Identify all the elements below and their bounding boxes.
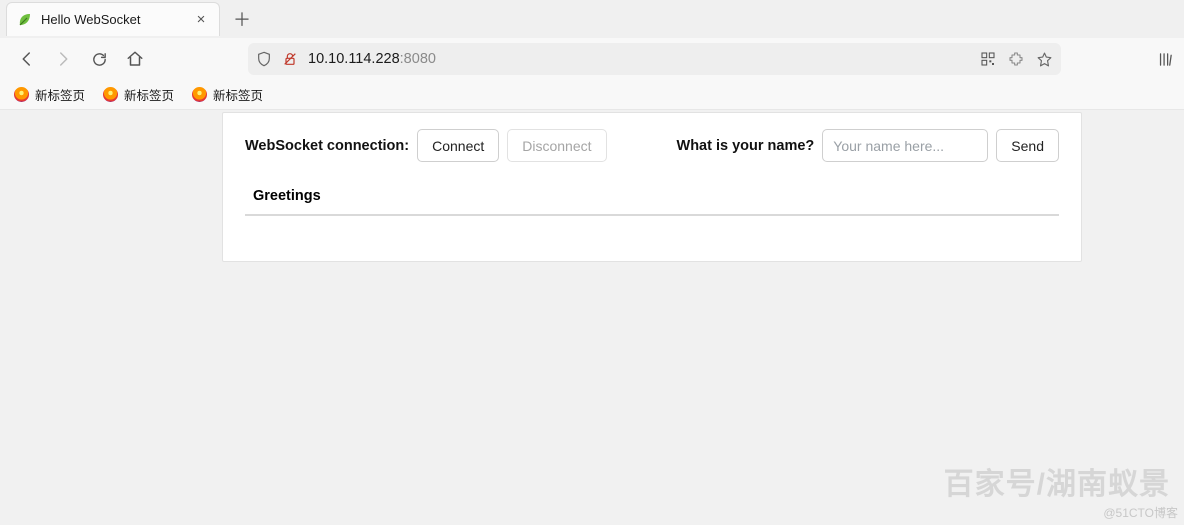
reload-button[interactable]	[84, 44, 114, 74]
tab-strip: Hello WebSocket × ＋	[0, 0, 1184, 38]
bookmark-item[interactable]: 新标签页	[103, 85, 174, 104]
browser-toolbar: 10.10.114.228 :8080	[0, 38, 1184, 80]
name-prompt-label: What is your name?	[677, 138, 815, 154]
qr-icon[interactable]	[980, 51, 996, 67]
name-input[interactable]	[822, 129, 988, 162]
tab-title: Hello WebSocket	[41, 12, 185, 27]
firefox-icon	[14, 87, 29, 102]
watermark-main: 百家号/湖南蚁景	[944, 459, 1170, 503]
bookmark-label: 新标签页	[124, 85, 174, 104]
bookmark-label: 新标签页	[35, 85, 85, 104]
send-button[interactable]: Send	[996, 129, 1059, 162]
firefox-icon	[192, 87, 207, 102]
library-icon[interactable]	[1157, 51, 1174, 68]
bookmarks-bar: 新标签页 新标签页 新标签页	[0, 80, 1184, 110]
greetings-header: Greetings	[245, 178, 1059, 216]
firefox-icon	[103, 87, 118, 102]
address-port: :8080	[400, 51, 436, 67]
close-tab-icon[interactable]: ×	[193, 11, 209, 28]
browser-tab[interactable]: Hello WebSocket ×	[6, 2, 220, 36]
disconnect-button[interactable]: Disconnect	[507, 129, 606, 162]
home-button[interactable]	[120, 44, 150, 74]
connection-label: WebSocket connection:	[245, 138, 409, 154]
back-button[interactable]	[12, 44, 42, 74]
bookmark-label: 新标签页	[213, 85, 263, 104]
insecure-lock-icon[interactable]	[282, 51, 298, 67]
star-icon[interactable]	[1036, 51, 1053, 68]
bookmark-item[interactable]: 新标签页	[14, 85, 85, 104]
extension-icon[interactable]	[1008, 51, 1024, 67]
address-bar[interactable]: 10.10.114.228 :8080	[248, 43, 1061, 75]
connect-button[interactable]: Connect	[417, 129, 499, 162]
address-text: 10.10.114.228 :8080	[308, 51, 436, 67]
address-host: 10.10.114.228	[308, 51, 400, 67]
main-panel: WebSocket connection: Connect Disconnect…	[222, 112, 1082, 262]
shield-icon[interactable]	[256, 51, 272, 67]
new-tab-button[interactable]: ＋	[228, 5, 256, 33]
watermark-sub: @51CTO博客	[1103, 504, 1178, 521]
form-row: WebSocket connection: Connect Disconnect…	[245, 129, 1059, 162]
bookmark-item[interactable]: 新标签页	[192, 85, 263, 104]
forward-button[interactable]	[48, 44, 78, 74]
leaf-icon	[17, 12, 33, 28]
